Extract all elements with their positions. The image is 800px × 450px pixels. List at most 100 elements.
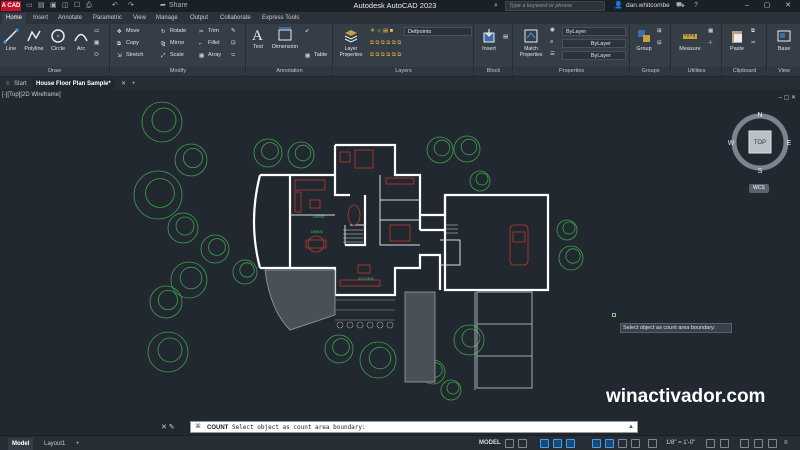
circle-button[interactable]: Circle: [48, 28, 68, 52]
id-point-icon[interactable]: ⊹: [708, 38, 713, 48]
isolate-objects-icon[interactable]: [740, 439, 749, 448]
erase-icon[interactable]: ✎: [231, 26, 236, 36]
tab-layout1[interactable]: Layout1: [40, 438, 69, 450]
polar-icon[interactable]: [553, 439, 562, 448]
ellipse-icon[interactable]: ⬭: [94, 50, 99, 60]
layer-properties-button[interactable]: Layer Properties: [336, 28, 366, 58]
lineweight-icon[interactable]: ☰: [550, 49, 555, 59]
close-button[interactable]: ✕: [778, 0, 798, 12]
layer-tools-row1[interactable]: ⧉ ⧉ ⧉ ⧉ ⧉ ⧉: [370, 38, 401, 48]
redo-icon[interactable]: ↷: [128, 0, 134, 12]
transparency-icon[interactable]: [631, 439, 640, 448]
tab-manage[interactable]: Manage: [156, 13, 178, 24]
share-button[interactable]: Share: [169, 0, 188, 12]
copy-clip-icon[interactable]: ⧉: [751, 26, 755, 36]
arc-button[interactable]: Arc: [72, 28, 90, 52]
insert-button[interactable]: Insert: [477, 28, 501, 52]
tab-parametric[interactable]: Parametric: [93, 13, 122, 24]
wcs-menu[interactable]: WCS: [749, 184, 769, 193]
block-panel-title[interactable]: Block: [475, 67, 512, 76]
tab-output[interactable]: Output: [190, 13, 208, 24]
trim-button[interactable]: ✂ Trim: [199, 26, 219, 36]
fullscreen-icon[interactable]: [768, 439, 777, 448]
new-tab-icon[interactable]: +: [128, 78, 140, 90]
snap-icon[interactable]: [518, 439, 527, 448]
ortho-icon[interactable]: [540, 439, 549, 448]
stretch-button[interactable]: ⇲ Stretch: [117, 50, 143, 60]
linetype-dropdown[interactable]: ByLayer: [562, 39, 626, 48]
match-properties-button[interactable]: Match Properties: [516, 28, 546, 58]
minimize-button[interactable]: –: [737, 0, 757, 12]
tab-start[interactable]: Start: [10, 78, 31, 90]
group-edit-icon[interactable]: ⊟: [657, 38, 662, 48]
tab-model[interactable]: Model: [8, 438, 34, 450]
properties-panel-title[interactable]: Properties: [514, 67, 629, 76]
array-button[interactable]: ▦ Array: [199, 50, 221, 60]
draw-panel-title[interactable]: Draw: [0, 67, 109, 76]
layer-state-icons[interactable]: ☀ ☼ ▤ ■: [370, 26, 393, 36]
save-icon[interactable]: ▣: [50, 0, 57, 12]
clipboard-panel-title[interactable]: Clipboard: [723, 67, 766, 76]
annotation-scale[interactable]: 1/8" = 1'-0": [666, 437, 695, 450]
lineweight-toggle-icon[interactable]: [618, 439, 627, 448]
undo-icon[interactable]: ↶: [112, 0, 118, 12]
search-icon[interactable]: ⌕: [494, 0, 498, 12]
customization-menu-icon[interactable]: ≡: [784, 437, 788, 450]
tab-insert[interactable]: Insert: [33, 13, 48, 24]
grid-icon[interactable]: [505, 439, 514, 448]
cut-icon[interactable]: ✂: [751, 38, 756, 48]
plot-icon[interactable]: ⎙: [86, 0, 92, 12]
layer-dropdown[interactable]: Defpoints: [404, 27, 472, 36]
tab-home[interactable]: Home: [2, 13, 27, 24]
text-button[interactable]: A Text: [249, 26, 267, 50]
compass-s[interactable]: S: [758, 168, 763, 174]
web-mobile-icon[interactable]: ☐: [74, 0, 80, 12]
base-button[interactable]: Base: [772, 28, 796, 52]
linetype-icon[interactable]: ≡: [550, 37, 553, 47]
rectangle-icon[interactable]: ▭: [94, 26, 99, 36]
command-line[interactable]: ✕ ✎ ⌘ COUNT Select object as count area …: [161, 421, 638, 433]
tab-express-tools[interactable]: Express Tools: [262, 13, 299, 24]
viewcube[interactable]: TOP N S E W: [728, 110, 792, 174]
compass-w[interactable]: W: [728, 140, 735, 147]
table-button[interactable]: ▦ Table: [305, 50, 327, 60]
tab-house-floor-plan[interactable]: House Floor Plan Sample*: [32, 78, 115, 90]
help-icon[interactable]: ?: [694, 0, 698, 12]
rotate-button[interactable]: ↻ Rotate: [161, 26, 186, 36]
calculator-icon[interactable]: ▦: [708, 26, 713, 36]
tab-view[interactable]: View: [133, 13, 146, 24]
annotation-panel-title[interactable]: Annotation: [247, 67, 332, 76]
floor-plan-drawing[interactable]: LIVING DINING KITCHEN: [0, 90, 800, 420]
color-dropdown[interactable]: ByLayer: [562, 27, 626, 36]
user-name[interactable]: dan.whitcombe: [626, 0, 670, 12]
otrack-icon[interactable]: [605, 439, 614, 448]
isodraft-icon[interactable]: [566, 439, 575, 448]
paste-button[interactable]: Paste: [725, 28, 749, 52]
dimension-button[interactable]: Dimension: [269, 26, 301, 50]
tab-annotate[interactable]: Annotate: [58, 13, 82, 24]
explode-icon[interactable]: ⊡: [231, 38, 236, 48]
move-button[interactable]: ✥ Move: [117, 26, 139, 36]
compass-n[interactable]: N: [757, 112, 762, 119]
copy-button[interactable]: ⧉ Copy: [117, 38, 139, 48]
modify-panel-title[interactable]: Modify: [111, 67, 245, 76]
annotation-visibility-icon[interactable]: [648, 439, 657, 448]
lineweight-dropdown[interactable]: ByLayer: [562, 51, 626, 60]
color-wheel-icon[interactable]: ◉: [550, 25, 555, 35]
command-history-icon[interactable]: ▲: [628, 422, 634, 433]
line-button[interactable]: Line: [2, 28, 20, 52]
open-file-icon[interactable]: ▤: [38, 0, 45, 12]
workspace-icon[interactable]: [706, 439, 715, 448]
block-extra-icon[interactable]: ▤: [503, 32, 508, 42]
model-space-button[interactable]: MODEL: [479, 437, 501, 450]
hatch-icon[interactable]: ▦: [94, 38, 99, 48]
command-close-icon[interactable]: ✕ ✎: [161, 422, 187, 433]
mirror-button[interactable]: ⧎ Mirror: [161, 38, 184, 48]
leader-icon[interactable]: ↙: [305, 26, 310, 36]
groups-panel-title[interactable]: Groups: [631, 67, 670, 76]
layer-tools-row2[interactable]: ⧉ ⧉ ⧉ ⧉ ⧉ ⧉: [370, 50, 401, 60]
settings-gear-icon[interactable]: [720, 439, 729, 448]
layers-panel-title[interactable]: Layers: [334, 67, 473, 76]
autocad-logo[interactable]: A CAD: [1, 1, 21, 11]
tab-collaborate[interactable]: Collaborate: [220, 13, 251, 24]
